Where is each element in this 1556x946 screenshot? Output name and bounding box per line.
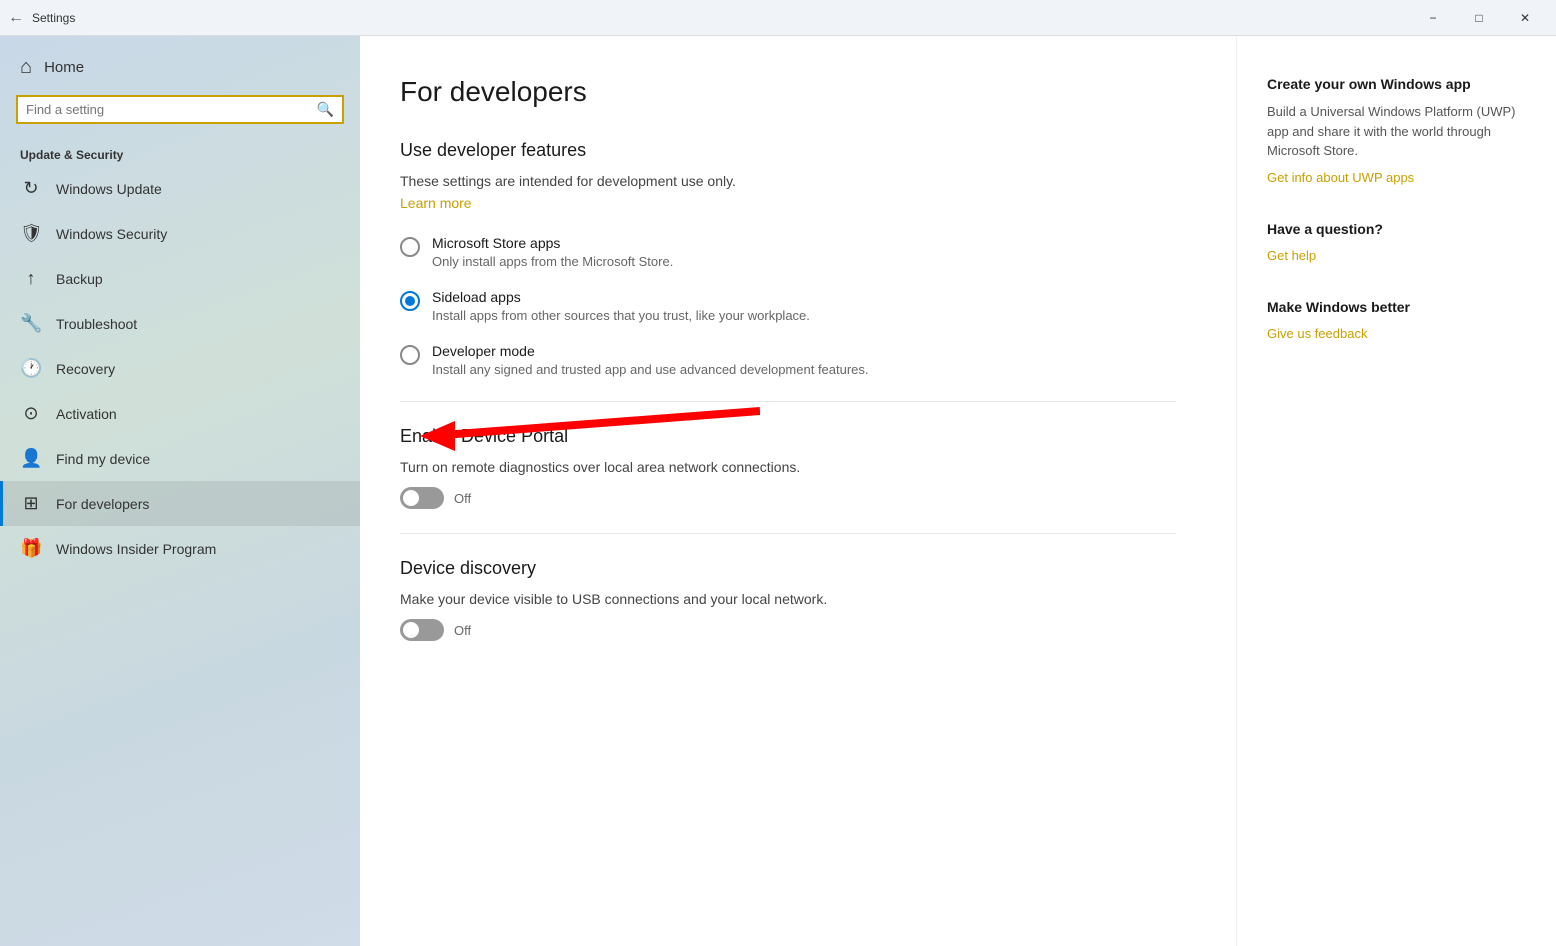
- home-icon: ⌂: [20, 56, 32, 79]
- radio-label-microsoft-store: Microsoft Store apps: [432, 235, 673, 251]
- sidebar-item-troubleshoot[interactable]: 🔧 Troubleshoot: [0, 301, 360, 346]
- sidebar-label-for-developers: For developers: [56, 496, 149, 512]
- divider-1: [400, 401, 1176, 402]
- find-device-icon: 👤: [20, 448, 42, 469]
- sidebar-label-windows-update: Windows Update: [56, 181, 162, 197]
- device-portal-toggle-label: Off: [454, 491, 471, 506]
- search-input[interactable]: [26, 102, 311, 117]
- title-bar: ← Settings − □ ✕: [0, 0, 1556, 36]
- sidebar-item-recovery[interactable]: 🕐 Recovery: [0, 346, 360, 391]
- radio-label-developer-mode: Developer mode: [432, 343, 869, 359]
- device-discovery-description: Make your device visible to USB connecti…: [400, 591, 1176, 607]
- sidebar-label-windows-security: Windows Security: [56, 226, 167, 242]
- windows-insider-icon: 🎁: [20, 538, 42, 559]
- use-developer-features-title: Use developer features: [400, 140, 1176, 161]
- sidebar-label-windows-insider: Windows Insider Program: [56, 541, 216, 557]
- device-discovery-toggle-label: Off: [454, 623, 471, 638]
- radio-button-developer-mode[interactable]: [400, 345, 420, 365]
- search-box: 🔍: [16, 95, 344, 124]
- sidebar-label-recovery: Recovery: [56, 361, 115, 377]
- radio-option-microsoft-store[interactable]: Microsoft Store apps Only install apps fr…: [400, 235, 1176, 269]
- title-bar-title: Settings: [32, 11, 75, 25]
- sidebar-item-windows-security[interactable]: 🛡 Windows Security: [0, 211, 360, 256]
- sidebar-label-activation: Activation: [56, 406, 117, 422]
- device-discovery-title: Device discovery: [400, 558, 1176, 579]
- radio-content-microsoft-store: Microsoft Store apps Only install apps fr…: [432, 235, 673, 269]
- right-section-create-app: Create your own Windows app Build a Unive…: [1267, 76, 1526, 185]
- sidebar: ⌂ Home 🔍 Update & Security ↻ Windows Upda…: [0, 36, 360, 946]
- main-content: For developers Use developer features Th…: [360, 36, 1236, 946]
- minimize-button[interactable]: −: [1410, 0, 1456, 36]
- device-discovery-toggle[interactable]: [400, 619, 444, 641]
- right-section-title-create-app: Create your own Windows app: [1267, 76, 1526, 92]
- enable-device-portal-title: Enable Device Portal: [400, 426, 1176, 447]
- page-title: For developers: [400, 76, 1176, 108]
- back-button[interactable]: ←: [8, 9, 24, 27]
- search-icon: 🔍: [317, 101, 334, 118]
- sidebar-label-troubleshoot: Troubleshoot: [56, 316, 137, 332]
- radio-options: Microsoft Store apps Only install apps fr…: [400, 235, 1176, 377]
- learn-more-link[interactable]: Learn more: [400, 195, 472, 211]
- app-body: ⌂ Home 🔍 Update & Security ↻ Windows Upda…: [0, 36, 1556, 946]
- right-section-make-better: Make Windows better Give us feedback: [1267, 299, 1526, 341]
- windows-update-icon: ↻: [20, 178, 42, 199]
- backup-icon: ↑: [20, 268, 42, 289]
- developer-features-description: These settings are intended for developm…: [400, 173, 1176, 189]
- maximize-button[interactable]: □: [1456, 0, 1502, 36]
- sidebar-item-find-device[interactable]: 👤 Find my device: [0, 436, 360, 481]
- title-bar-controls: − □ ✕: [1410, 0, 1548, 36]
- right-section-link-create-app[interactable]: Get info about UWP apps: [1267, 170, 1414, 185]
- device-portal-toggle[interactable]: [400, 487, 444, 509]
- right-section-desc-create-app: Build a Universal Windows Platform (UWP)…: [1267, 102, 1526, 161]
- radio-desc-sideload-apps: Install apps from other sources that you…: [432, 308, 810, 323]
- right-section-link-make-better[interactable]: Give us feedback: [1267, 326, 1367, 341]
- radio-content-developer-mode: Developer mode Install any signed and tru…: [432, 343, 869, 377]
- windows-security-icon: 🛡: [20, 223, 42, 244]
- home-label: Home: [44, 59, 84, 76]
- for-developers-icon: ⊞: [20, 493, 42, 514]
- nav-items: ↻ Windows Update 🛡 Windows Security ↑ Backup 🔧…: [0, 166, 360, 571]
- radio-button-sideload-apps[interactable]: [400, 291, 420, 311]
- radio-content-sideload-apps: Sideload apps Install apps from other sou…: [432, 289, 810, 323]
- right-sections: Create your own Windows app Build a Unive…: [1267, 76, 1526, 341]
- right-section-have-question: Have a question? Get help: [1267, 221, 1526, 263]
- radio-option-sideload-apps[interactable]: Sideload apps Install apps from other sou…: [400, 289, 1176, 323]
- radio-button-microsoft-store[interactable]: [400, 237, 420, 257]
- device-discovery-toggle-row: Off: [400, 619, 1176, 641]
- right-section-title-have-question: Have a question?: [1267, 221, 1526, 237]
- sidebar-section-header: Update & Security: [0, 140, 360, 166]
- sidebar-item-for-developers[interactable]: ⊞ For developers: [0, 481, 360, 526]
- enable-device-portal-description: Turn on remote diagnostics over local ar…: [400, 459, 1176, 475]
- sidebar-label-find-device: Find my device: [56, 451, 150, 467]
- sidebar-label-backup: Backup: [56, 271, 103, 287]
- sidebar-item-windows-insider[interactable]: 🎁 Windows Insider Program: [0, 526, 360, 571]
- sidebar-item-activation[interactable]: ⊙ Activation: [0, 391, 360, 436]
- divider-2: [400, 533, 1176, 534]
- right-panel: Create your own Windows app Build a Unive…: [1236, 36, 1556, 946]
- device-portal-toggle-row: Off: [400, 487, 1176, 509]
- recovery-icon: 🕐: [20, 358, 42, 379]
- troubleshoot-icon: 🔧: [20, 313, 42, 334]
- radio-label-sideload-apps: Sideload apps: [432, 289, 810, 305]
- right-section-link-have-question[interactable]: Get help: [1267, 248, 1316, 263]
- radio-desc-developer-mode: Install any signed and trusted app and u…: [432, 362, 869, 377]
- radio-desc-microsoft-store: Only install apps from the Microsoft Sto…: [432, 254, 673, 269]
- radio-option-developer-mode[interactable]: Developer mode Install any signed and tru…: [400, 343, 1176, 377]
- close-button[interactable]: ✕: [1502, 0, 1548, 36]
- sidebar-item-backup[interactable]: ↑ Backup: [0, 256, 360, 301]
- sidebar-item-windows-update[interactable]: ↻ Windows Update: [0, 166, 360, 211]
- title-bar-left: ← Settings: [8, 9, 75, 27]
- activation-icon: ⊙: [20, 403, 42, 424]
- home-nav-item[interactable]: ⌂ Home: [0, 36, 360, 95]
- right-section-title-make-better: Make Windows better: [1267, 299, 1526, 315]
